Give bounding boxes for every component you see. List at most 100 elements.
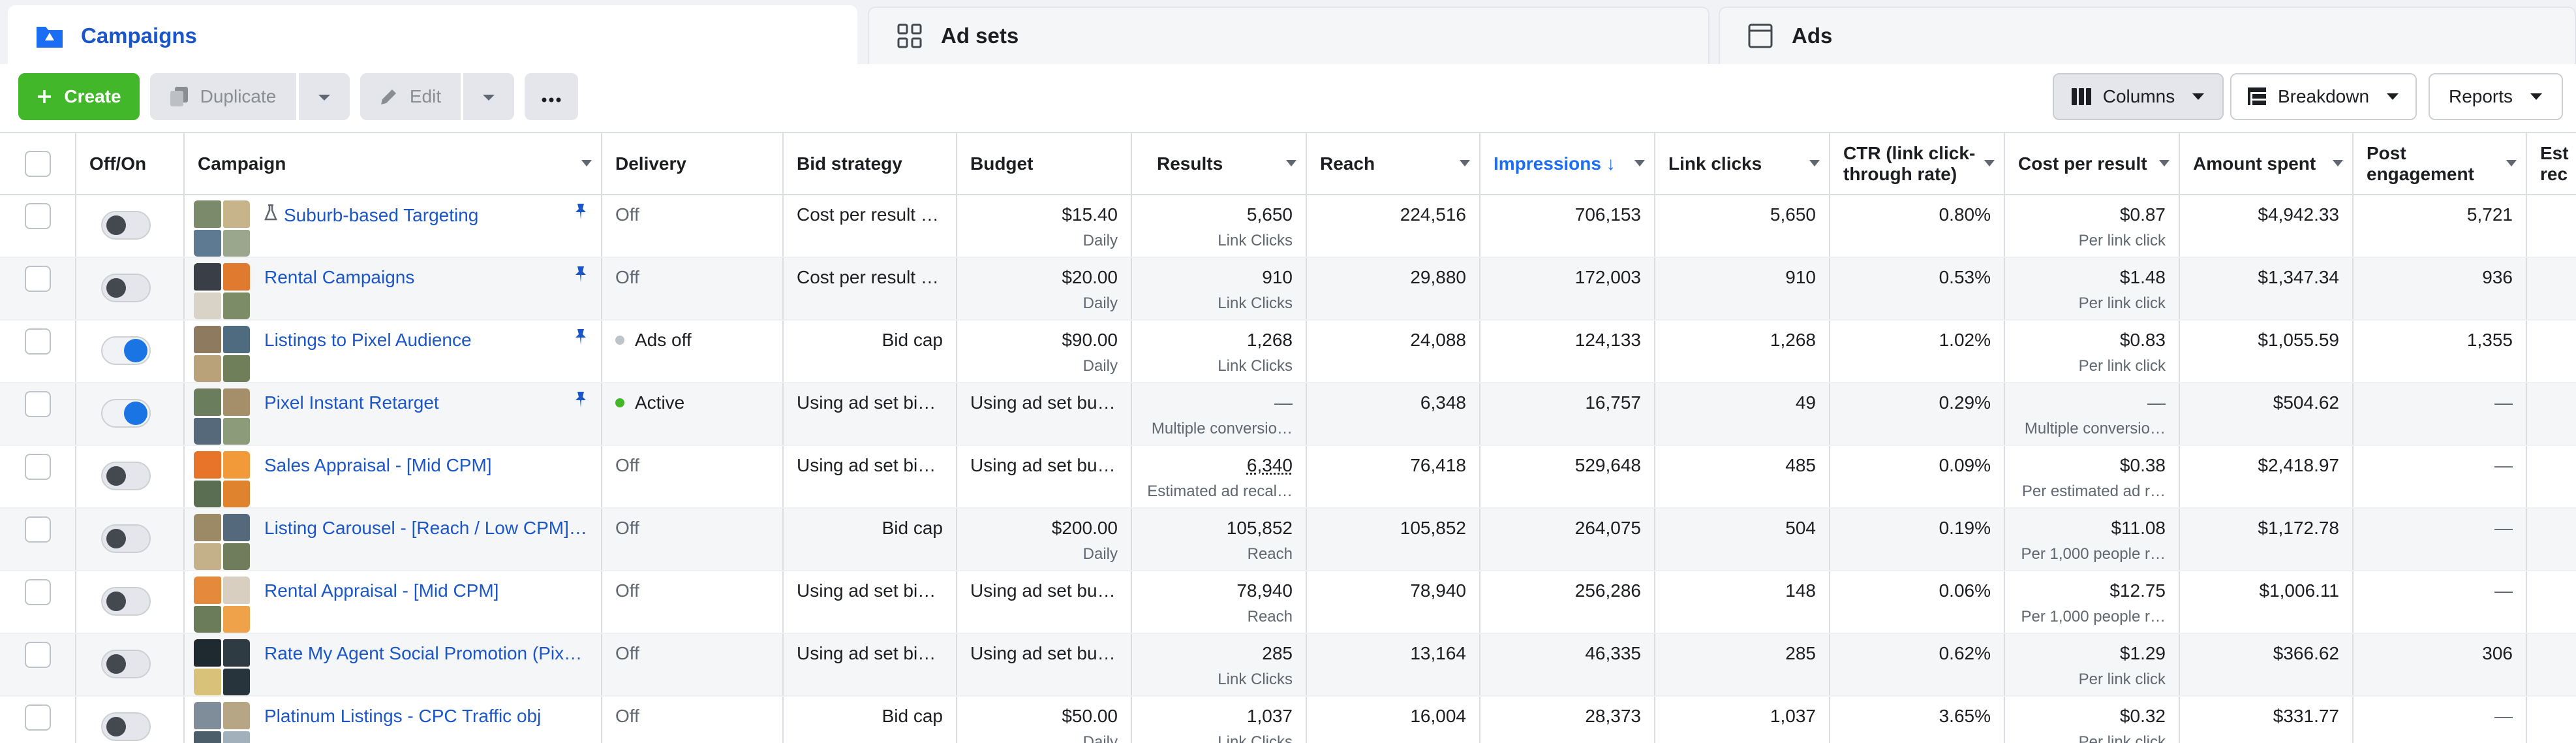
- ctr-cell: 0.53%: [1830, 257, 2005, 321]
- budget-cell[interactable]: Using ad set bu…: [957, 633, 1132, 697]
- row-checkbox[interactable]: [24, 704, 51, 731]
- more-options-button[interactable]: [525, 73, 578, 120]
- campaign-name-link[interactable]: Listing Carousel - [Reach / Low CPM]…: [264, 518, 588, 539]
- sort-caret-icon[interactable]: [2159, 159, 2170, 166]
- budget-cell[interactable]: Using ad set bu…: [957, 383, 1132, 446]
- campaign-toggle[interactable]: [101, 462, 151, 490]
- campaign-name-link[interactable]: Listings to Pixel Audience: [264, 330, 568, 351]
- sort-caret-icon[interactable]: [1984, 159, 1995, 166]
- campaign-toggle[interactable]: [101, 524, 151, 553]
- header-label: engagement: [2367, 163, 2474, 184]
- column-header-amount-spent[interactable]: Amount spent: [2179, 133, 2354, 195]
- sort-caret-icon[interactable]: [1809, 159, 1820, 166]
- row-checkbox[interactable]: [24, 579, 51, 605]
- results-cell: 6,340 Estimated ad recal…: [1131, 445, 1307, 509]
- table-row[interactable]: Rental Appraisal - [Mid CPM] Off Using ad …: [0, 571, 2576, 634]
- sort-caret-icon[interactable]: [2333, 159, 2343, 166]
- pin-icon[interactable]: [574, 266, 588, 287]
- table-row[interactable]: Rental Campaigns Off Cost per result … $20.…: [0, 257, 2576, 321]
- duplicate-dropdown-button[interactable]: [299, 73, 350, 120]
- column-header-results[interactable]: Results: [1131, 133, 1307, 195]
- table-row[interactable]: Sales Appraisal - [Mid CPM] Off Using ad s…: [0, 445, 2576, 509]
- campaign-toggle[interactable]: [101, 274, 151, 302]
- column-header-ctr[interactable]: CTR (link click-through rate): [1830, 133, 2005, 195]
- reports-button[interactable]: Reports: [2429, 73, 2563, 120]
- table-row[interactable]: Rate My Agent Social Promotion (Pix… Off U…: [0, 633, 2576, 697]
- columns-button[interactable]: Columns: [2053, 73, 2224, 120]
- sort-caret-icon[interactable]: [2506, 159, 2517, 166]
- campaign-name-link[interactable]: Rental Campaigns: [264, 267, 568, 288]
- column-header-post-engagement[interactable]: Post engagement: [2353, 133, 2527, 195]
- create-button[interactable]: Create: [18, 73, 140, 120]
- engagement-value: 936: [2482, 267, 2513, 287]
- tab-campaigns[interactable]: Campaigns: [8, 5, 857, 65]
- pin-icon[interactable]: [574, 391, 588, 413]
- link-clicks-cell: 49: [1655, 383, 1830, 446]
- estimated-cell: [2526, 195, 2576, 258]
- table-row[interactable]: Listing Carousel - [Reach / Low CPM]… Off…: [0, 508, 2576, 571]
- row-checkbox[interactable]: [24, 266, 51, 292]
- column-header-bid-strategy[interactable]: Bid strategy: [783, 133, 957, 195]
- column-header-estimated[interactable]: Est rec: [2526, 133, 2576, 195]
- edit-button[interactable]: Edit: [360, 73, 461, 120]
- row-checkbox[interactable]: [24, 516, 51, 543]
- campaign-toggle[interactable]: [101, 587, 151, 616]
- row-checkbox[interactable]: [24, 328, 51, 355]
- tab-ad-sets[interactable]: Ad sets: [868, 7, 1710, 64]
- campaign-name-link[interactable]: Rate My Agent Social Promotion (Pix…: [264, 643, 588, 664]
- row-checkbox[interactable]: [24, 203, 51, 229]
- amount-spent-cell: $4,942.33: [2179, 195, 2354, 258]
- campaign-toggle[interactable]: [101, 650, 151, 678]
- campaign-name-link[interactable]: Pixel Instant Retarget: [264, 392, 568, 413]
- sort-caret-icon[interactable]: [1634, 159, 1645, 166]
- budget-cell[interactable]: $20.00 Daily: [957, 257, 1132, 321]
- header-label: Off/On: [89, 153, 147, 174]
- table-row[interactable]: Suburb-based Targeting Off Cost per result…: [0, 195, 2576, 258]
- edit-dropdown-button[interactable]: [463, 73, 514, 120]
- table-row[interactable]: Pixel Instant Retarget Active Using ad set…: [0, 383, 2576, 446]
- tab-ads[interactable]: Ads: [1719, 7, 2576, 64]
- engagement-value: —: [2494, 518, 2513, 538]
- row-checkbox[interactable]: [24, 642, 51, 668]
- sort-caret-icon[interactable]: [1460, 159, 1470, 166]
- results-cell: 1,037 Link Clicks: [1131, 696, 1307, 743]
- breakdown-button[interactable]: Breakdown: [2230, 73, 2417, 120]
- campaign-name-link[interactable]: Sales Appraisal - [Mid CPM]: [264, 455, 588, 476]
- row-checkbox[interactable]: [24, 391, 51, 417]
- column-header-reach[interactable]: Reach: [1306, 133, 1480, 195]
- budget-cell[interactable]: $50.00 Daily: [957, 696, 1132, 743]
- duplicate-button[interactable]: Duplicate: [150, 73, 296, 120]
- campaign-name-link[interactable]: Suburb-based Targeting: [264, 204, 568, 226]
- column-header-impressions[interactable]: Impressions ↓: [1480, 133, 1655, 195]
- sort-caret-icon[interactable]: [1286, 159, 1296, 166]
- budget-cell[interactable]: $15.40 Daily: [957, 195, 1132, 258]
- row-select: [0, 257, 76, 321]
- sort-caret-icon[interactable]: [581, 159, 592, 166]
- budget-cell[interactable]: Using ad set bu…: [957, 445, 1132, 509]
- table-row[interactable]: Platinum Listings - CPC Traffic obj Off Bi…: [0, 696, 2576, 743]
- campaign-toggle[interactable]: [101, 399, 151, 428]
- column-header-budget[interactable]: Budget: [957, 133, 1132, 195]
- row-checkbox[interactable]: [24, 454, 51, 480]
- table-row[interactable]: Listings to Pixel Audience Ads off Bid cap…: [0, 320, 2576, 383]
- delivery-cell: Off: [602, 696, 784, 743]
- column-header-offon[interactable]: Off/On: [76, 133, 185, 195]
- campaign-toggle[interactable]: [101, 211, 151, 240]
- campaign-toggle[interactable]: [101, 336, 151, 365]
- pin-icon[interactable]: [574, 203, 588, 225]
- budget-cell[interactable]: Using ad set bu…: [957, 571, 1132, 634]
- campaign-name-link[interactable]: Rental Appraisal - [Mid CPM]: [264, 580, 588, 601]
- column-header-link-clicks[interactable]: Link clicks: [1655, 133, 1830, 195]
- column-header-campaign[interactable]: Campaign: [184, 133, 602, 195]
- budget-cell[interactable]: $90.00 Daily: [957, 320, 1132, 383]
- row-select: [0, 445, 76, 509]
- results-type: Reach: [1247, 545, 1293, 563]
- column-header-delivery[interactable]: Delivery: [602, 133, 784, 195]
- budget-cell[interactable]: $200.00 Daily: [957, 508, 1132, 571]
- campaign-name-link[interactable]: Platinum Listings - CPC Traffic obj: [264, 706, 588, 727]
- tab-label: Campaigns: [81, 24, 197, 48]
- campaign-toggle[interactable]: [101, 712, 151, 741]
- pin-icon[interactable]: [574, 328, 588, 350]
- select-all-checkbox[interactable]: [24, 150, 51, 177]
- column-header-cost-per-result[interactable]: Cost per result: [2004, 133, 2180, 195]
